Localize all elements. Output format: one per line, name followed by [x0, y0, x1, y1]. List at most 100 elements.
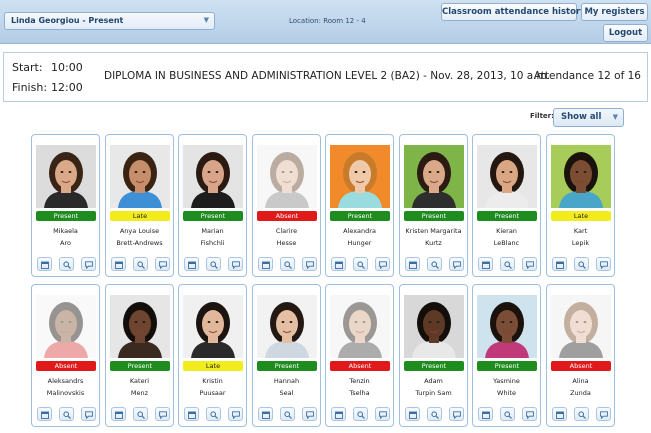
status-badge: Present [330, 211, 390, 221]
details-button[interactable] [427, 257, 442, 271]
calendar-button[interactable] [258, 257, 273, 271]
student-photo [183, 295, 243, 358]
user-status-select[interactable]: Linda Georgiou - Present ▼ [4, 12, 215, 30]
student-card[interactable]: Present Mikaela Aro [31, 134, 100, 277]
calendar-button[interactable] [331, 407, 346, 421]
comment-button[interactable] [375, 257, 390, 271]
details-button[interactable] [353, 257, 368, 271]
details-button[interactable] [133, 257, 148, 271]
details-button[interactable] [59, 257, 74, 271]
comment-button[interactable] [596, 407, 611, 421]
student-photo [404, 295, 464, 358]
details-button[interactable] [353, 407, 368, 421]
student-card[interactable]: Absent Clarire Hesse [252, 134, 321, 277]
magnifier-icon [357, 261, 365, 269]
comment-button[interactable] [449, 407, 464, 421]
calendar-button[interactable] [258, 407, 273, 421]
details-button[interactable] [59, 407, 74, 421]
student-card[interactable]: Absent Alina Zunda [546, 284, 615, 427]
comment-button[interactable] [302, 407, 317, 421]
status-badge: Present [183, 211, 243, 221]
calendar-button[interactable] [405, 257, 420, 271]
magnifier-icon [578, 411, 586, 419]
details-button[interactable] [133, 407, 148, 421]
logout-button[interactable]: Logout [603, 24, 648, 42]
comment-button[interactable] [302, 257, 317, 271]
calendar-button[interactable] [478, 407, 493, 421]
calendar-icon [115, 261, 123, 269]
comment-button[interactable] [81, 257, 96, 271]
avatar [183, 145, 243, 208]
calendar-button[interactable] [184, 407, 199, 421]
calendar-button[interactable] [405, 407, 420, 421]
student-last-name: LeBlanc [493, 239, 520, 247]
student-photo [110, 295, 170, 358]
avatar [551, 145, 611, 208]
attendance-history-button[interactable]: Classroom attendance history [441, 3, 586, 21]
student-first-name: Anya Louise [119, 227, 160, 235]
comment-button[interactable] [155, 407, 170, 421]
calendar-button[interactable] [331, 257, 346, 271]
comment-button[interactable] [228, 407, 243, 421]
student-card[interactable]: Present Kateri Menz [105, 284, 174, 427]
details-button[interactable] [280, 407, 295, 421]
details-button[interactable] [280, 257, 295, 271]
student-card[interactable]: Present Adam Turpin Sam [399, 284, 468, 427]
student-card[interactable]: Present Marian Fishchli [178, 134, 247, 277]
student-card[interactable]: Absent Aleksandrs Malinovskis [31, 284, 100, 427]
student-card[interactable]: Present Kieran LeBlanc [472, 134, 541, 277]
details-button[interactable] [427, 407, 442, 421]
comment-icon [306, 411, 314, 419]
student-actions [478, 257, 538, 272]
calendar-button[interactable] [184, 257, 199, 271]
calendar-button[interactable] [37, 257, 52, 271]
comment-button[interactable] [228, 257, 243, 271]
my-registers-button[interactable]: My registers [581, 3, 648, 21]
avatar [404, 295, 464, 358]
calendar-button[interactable] [37, 407, 52, 421]
details-button[interactable] [500, 407, 515, 421]
calendar-button[interactable] [552, 257, 567, 271]
filter-select[interactable]: Show all ▼ [553, 108, 624, 127]
comment-button[interactable] [449, 257, 464, 271]
student-card[interactable]: Late Kristin Puusaar [178, 284, 247, 427]
details-button[interactable] [574, 407, 589, 421]
student-actions [258, 257, 318, 272]
comment-button[interactable] [375, 407, 390, 421]
student-card[interactable]: Present Alexandra Hunger [325, 134, 394, 277]
comment-icon [159, 261, 167, 269]
details-button[interactable] [500, 257, 515, 271]
details-button[interactable] [206, 257, 221, 271]
calendar-button[interactable] [111, 257, 126, 271]
calendar-icon [556, 411, 564, 419]
student-photo [257, 145, 317, 208]
student-card[interactable]: Late Kart Lepik [546, 134, 615, 277]
calendar-button[interactable] [478, 257, 493, 271]
comment-button[interactable] [596, 257, 611, 271]
student-last-name: Turpin Sam [415, 389, 452, 397]
student-card[interactable]: Present Yasmine White [472, 284, 541, 427]
details-button[interactable] [206, 407, 221, 421]
filter-label: Filter: [530, 112, 554, 120]
magnifier-icon [504, 411, 512, 419]
comment-button[interactable] [155, 257, 170, 271]
student-first-name: Kateri [129, 377, 150, 385]
magnifier-icon [284, 261, 292, 269]
comment-button[interactable] [522, 257, 537, 271]
student-card[interactable]: Present Kristen Margarita Kurtz [399, 134, 468, 277]
location-label: Location: Room 12 - 4 [289, 17, 366, 25]
start-label: Start: [12, 61, 43, 74]
magnifier-icon [63, 411, 71, 419]
details-button[interactable] [574, 257, 589, 271]
student-card[interactable]: Present Hannah Seal [252, 284, 321, 427]
calendar-button[interactable] [552, 407, 567, 421]
student-photo [330, 145, 390, 208]
student-card[interactable]: Absent Tenzin Tselha [325, 284, 394, 427]
student-card[interactable]: Late Anya Louise Brett-Andrews [105, 134, 174, 277]
comment-button[interactable] [522, 407, 537, 421]
status-badge: Present [404, 361, 464, 371]
comment-button[interactable] [81, 407, 96, 421]
calendar-button[interactable] [111, 407, 126, 421]
student-actions [258, 407, 318, 422]
student-actions [331, 407, 391, 422]
